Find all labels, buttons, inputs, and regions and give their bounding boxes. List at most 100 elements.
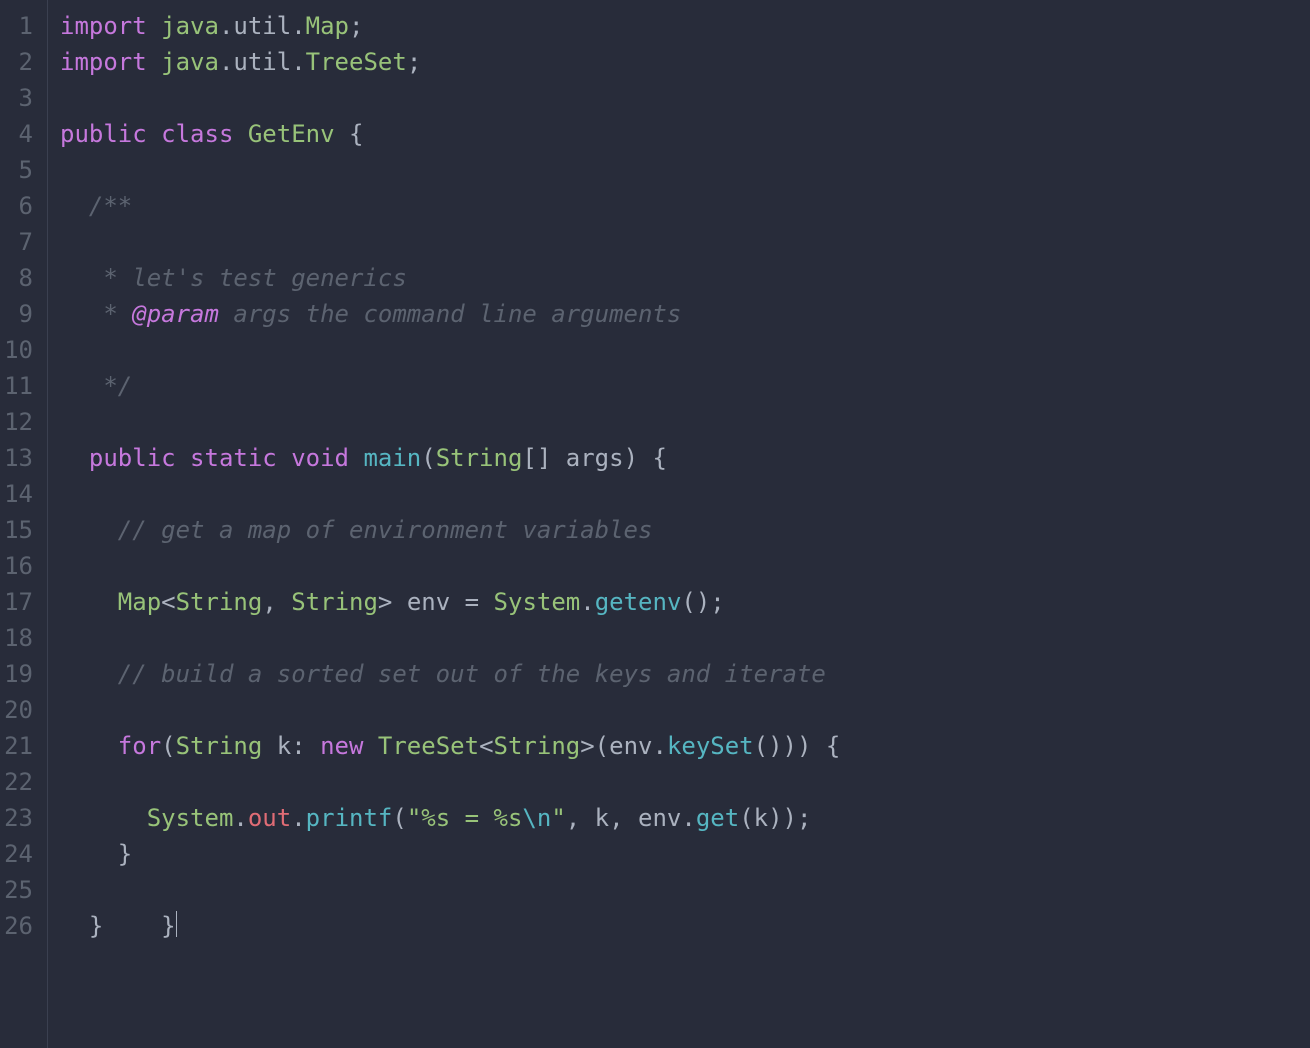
token-cmt: * [60,300,132,328]
token-cls: java [161,12,219,40]
code-line[interactable] [60,620,840,656]
line-number: 6 [0,188,39,224]
token-cls: TreeSet [306,48,407,76]
token-punc: (k)); [739,804,811,832]
code-line[interactable] [60,548,840,584]
code-line[interactable]: import java.util.Map; [60,8,840,44]
code-line[interactable]: Map<String, String> env = System.getenv(… [60,584,840,620]
token-kw: public class [60,120,248,148]
code-area[interactable]: import java.util.Map;import java.util.Tr… [48,0,840,1048]
token-esc: \n [522,804,551,832]
token-kw: void [291,444,363,472]
token-punc: ) { [624,444,667,472]
token-ident: util [233,12,291,40]
token-cls: String [176,588,263,616]
token-cls: String [494,732,581,760]
code-line[interactable] [60,224,840,260]
line-number: 9 [0,296,39,332]
token-cmt: /** [60,192,132,220]
line-number: 25 [0,872,39,908]
token-cls: GetEnv [248,120,335,148]
line-number: 17 [0,584,39,620]
code-line[interactable]: import java.util.TreeSet; [60,44,840,80]
line-number: 26 [0,908,39,944]
line-number: 20 [0,692,39,728]
token-punc: ( [392,804,406,832]
token-punc: { [335,120,364,148]
token-punc [60,804,147,832]
code-line[interactable] [60,152,840,188]
token-punc [60,588,118,616]
code-line[interactable]: * let's test generics [60,260,840,296]
token-punc: ())) { [754,732,841,760]
token-cls: TreeSet [378,732,479,760]
code-line[interactable]: * @param args the command line arguments [60,296,840,332]
token-punc: ; [349,12,363,40]
token-str: "%s = %s [407,804,523,832]
line-number: 8 [0,260,39,296]
token-punc: = [450,588,493,616]
token-kw: import [60,12,161,40]
token-kw: for [118,732,161,760]
token-cls: String [436,444,523,472]
token-cmt: // build a sorted set out of the keys an… [60,660,826,688]
token-punc: ( [421,444,435,472]
line-number: 4 [0,116,39,152]
token-cls: Map [306,12,349,40]
token-cmt: */ [60,372,132,400]
token-punc: (); [681,588,724,616]
code-line[interactable] [60,404,840,440]
token-punc: >( [580,732,609,760]
token-func: printf [306,804,393,832]
token-ident: env [407,588,450,616]
code-line[interactable] [60,332,840,368]
line-number: 16 [0,548,39,584]
code-line[interactable]: } } [60,908,840,944]
code-line[interactable]: for(String k: new TreeSet<String>(env.ke… [60,728,840,764]
token-ident: util [233,48,291,76]
code-line[interactable] [60,692,840,728]
code-line[interactable] [60,476,840,512]
token-doctag: @param [132,300,219,328]
line-number: 10 [0,332,39,368]
code-line[interactable] [60,872,840,908]
line-number: 18 [0,620,39,656]
code-editor[interactable]: 1234567891011121314151617181920212223242… [0,0,1310,1048]
token-func: get [696,804,739,832]
code-line[interactable]: public static void main(String[] args) { [60,440,840,476]
code-line[interactable]: // build a sorted set out of the keys an… [60,656,840,692]
line-number: 19 [0,656,39,692]
token-punc [60,444,89,472]
line-number: 11 [0,368,39,404]
token-punc: , [262,588,291,616]
token-cmt: args the command line arguments [219,300,681,328]
token-punc: . [219,48,233,76]
token-punc: } [60,840,132,868]
line-number: 2 [0,44,39,80]
code-line[interactable]: */ [60,368,840,404]
code-line[interactable]: /** [60,188,840,224]
line-number: 15 [0,512,39,548]
line-number: 12 [0,404,39,440]
line-number: 5 [0,152,39,188]
token-field: out [248,804,291,832]
token-str: " [551,804,565,832]
token-cmt: // get a map of environment variables [60,516,652,544]
token-kw: new [320,732,378,760]
code-line[interactable] [60,80,840,116]
token-func: getenv [595,588,682,616]
token-cls: String [176,732,263,760]
token-func: keySet [667,732,754,760]
token-punc: < [161,588,175,616]
code-line[interactable]: // get a map of environment variables [60,512,840,548]
token-ident: env [609,732,652,760]
token-kw: public static [89,444,291,472]
token-punc: ( [161,732,175,760]
code-line[interactable]: public class GetEnv { [60,116,840,152]
code-line[interactable]: } [60,836,840,872]
token-punc: ; [407,48,421,76]
line-number: 7 [0,224,39,260]
code-line[interactable]: System.out.printf("%s = %s\n", k, env.ge… [60,800,840,836]
code-line[interactable] [60,764,840,800]
token-punc: . [291,12,305,40]
